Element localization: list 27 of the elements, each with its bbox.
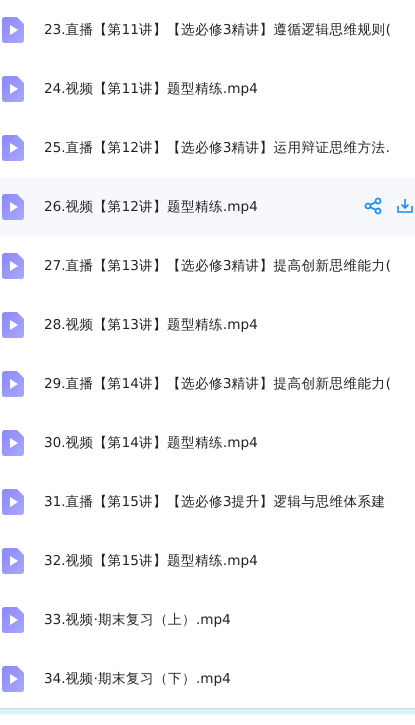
video-file-icon <box>2 76 24 102</box>
file-name[interactable]: 23.直播【第11讲】【选必修3精讲】遵循逻辑思维规则( <box>44 20 391 38</box>
file-name[interactable]: 29.直播【第14讲】【选必修3精讲】提高创新思维能力( <box>44 374 391 392</box>
video-file-icon <box>2 312 24 338</box>
file-name[interactable]: 28.视频【第13讲】题型精练.mp4 <box>44 316 258 334</box>
share-icon[interactable] <box>364 197 382 215</box>
video-file-icon <box>2 194 24 220</box>
file-name[interactable]: 27.直播【第13讲】【选必修3精讲】提高创新思维能力( <box>44 256 391 274</box>
file-name[interactable]: 30.视频【第14讲】题型精练.mp4 <box>44 434 258 452</box>
file-name[interactable]: 31.直播【第15讲】【选必修3提升】逻辑与思维体系建 <box>44 492 386 510</box>
video-file-icon <box>2 370 24 396</box>
file-row-highlight[interactable]: 26.视频【第12讲】题型精练.mp4 <box>0 177 415 236</box>
video-file-icon <box>2 16 24 42</box>
video-file-icon <box>2 666 24 692</box>
video-file-icon <box>2 252 24 278</box>
video-file-icon <box>2 134 24 160</box>
video-file-icon <box>2 548 24 574</box>
download-icon[interactable] <box>396 197 414 215</box>
file-name[interactable]: 34.视频·期末复习（下）.mp4 <box>44 670 231 688</box>
file-name[interactable]: 33.视频·期末复习（上）.mp4 <box>44 610 231 628</box>
file-name[interactable]: 32.视频【第15讲】题型精练.mp4 <box>44 552 258 570</box>
video-file-icon <box>2 488 24 514</box>
file-name[interactable]: 26.视频【第12讲】题型精练.mp4 <box>44 198 258 216</box>
video-file-icon <box>2 430 24 456</box>
video-file-icon <box>2 606 24 632</box>
file-name[interactable]: 24.视频【第11讲】题型精练.mp4 <box>44 80 258 98</box>
file-name[interactable]: 25.直播【第12讲】【选必修3精讲】运用辩证思维方法. <box>44 138 390 156</box>
